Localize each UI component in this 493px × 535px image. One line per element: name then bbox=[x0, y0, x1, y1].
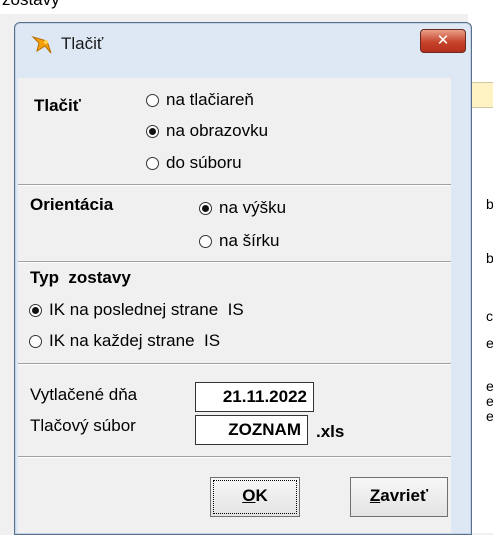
background-glyph: c bbox=[486, 308, 493, 324]
close-button-label: avrieť bbox=[380, 486, 429, 505]
option-report-each-page-label[interactable]: IK na každej strane IS bbox=[49, 331, 220, 351]
printed-date-label: Vytlačené dňa bbox=[30, 385, 138, 404]
printed-date-field[interactable]: 21.11.2022 bbox=[195, 382, 314, 412]
orientation-title: Orientácia bbox=[30, 195, 114, 214]
option-orientation-portrait-label[interactable]: na výšku bbox=[219, 198, 286, 218]
group-divider bbox=[18, 363, 451, 365]
window-title: Tlačiť bbox=[61, 34, 104, 53]
report-type-title: Typ zostavy bbox=[30, 268, 131, 287]
background-glyph: e bbox=[486, 378, 493, 394]
close-button[interactable]: Zavrieť bbox=[350, 477, 448, 517]
option-report-last-page-label[interactable]: IK na poslednej strane IS bbox=[49, 300, 244, 320]
radio-report-each-page[interactable] bbox=[29, 335, 42, 348]
close-button-mnemonic: Z bbox=[369, 486, 381, 505]
dialog-client-area: Tlačiť na tlačiareň na obrazovku do súbo… bbox=[18, 78, 451, 533]
background-title-text: zostavy bbox=[2, 0, 60, 10]
fox-icon bbox=[31, 35, 52, 54]
radio-orientation-portrait[interactable] bbox=[199, 202, 212, 215]
background-glyph: e bbox=[486, 335, 493, 351]
radio-print-printer[interactable] bbox=[146, 94, 159, 107]
background-top-strip bbox=[0, 0, 493, 14]
group-divider bbox=[18, 184, 451, 186]
radio-report-last-page[interactable] bbox=[29, 304, 42, 317]
print-target-title-text: Tlačiť bbox=[34, 96, 81, 115]
print-file-extension: .xls bbox=[316, 422, 345, 441]
option-print-printer-label[interactable]: na tlačiareň bbox=[166, 90, 254, 110]
background-glyph: b bbox=[486, 196, 493, 212]
group-divider bbox=[18, 456, 451, 458]
radio-orientation-landscape[interactable] bbox=[199, 235, 212, 248]
background-glyph: b bbox=[486, 250, 493, 266]
print-target-title: Tlačiť bbox=[34, 96, 81, 116]
radio-print-screen[interactable] bbox=[146, 125, 159, 138]
option-print-screen-label[interactable]: na obrazovku bbox=[166, 121, 268, 141]
background-glyph: e bbox=[486, 393, 493, 409]
print-file-field[interactable]: ZOZNAM bbox=[195, 415, 308, 445]
option-print-file-label[interactable]: do súboru bbox=[166, 153, 242, 173]
option-orientation-landscape-label[interactable]: na šírku bbox=[219, 231, 279, 251]
print-file-label: Tlačový súbor bbox=[30, 416, 136, 435]
ok-button-mnemonic: O bbox=[242, 486, 256, 505]
group-divider bbox=[18, 261, 451, 263]
background-glyph: e bbox=[486, 408, 493, 424]
radio-print-file[interactable] bbox=[146, 157, 159, 170]
title-bar[interactable]: Tlačiť ✕ bbox=[15, 23, 471, 63]
ok-button[interactable]: OK bbox=[210, 477, 300, 517]
close-window-button[interactable]: ✕ bbox=[420, 29, 466, 53]
ok-button-label: K bbox=[255, 486, 268, 505]
